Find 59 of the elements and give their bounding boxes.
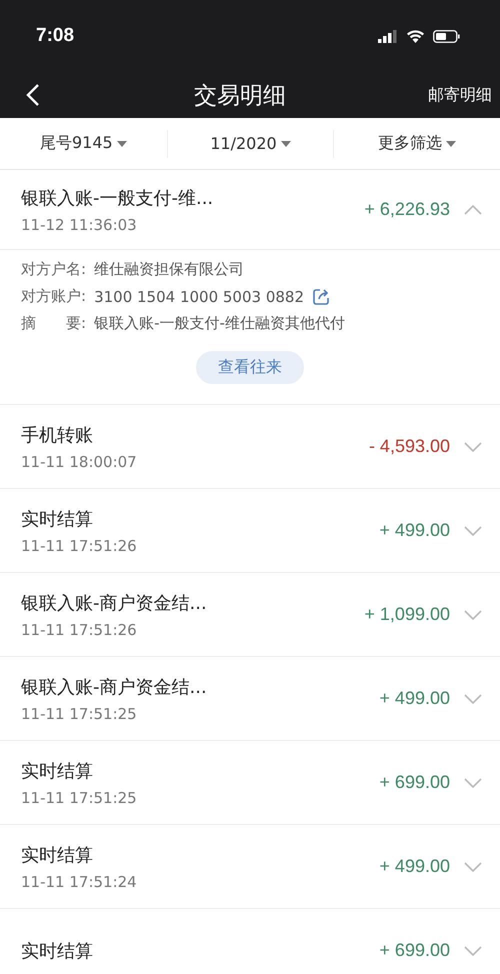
transaction-row[interactable]: 实时结算 + 699.00 (0, 909, 500, 974)
detail-value: 银联入账-一般支付-维仕融资其他代付 (94, 314, 345, 333)
chevron-down-icon[interactable] (464, 610, 482, 620)
chevron-down-icon[interactable] (464, 946, 482, 956)
transaction-time: 11-11 17:51:24 (21, 872, 138, 890)
transaction-title: 手机转账 (21, 424, 94, 446)
transaction-row[interactable]: 银联入账-商户资金结... 11-11 17:51:26 + 1,099.00 (0, 573, 500, 657)
transaction-row[interactable]: 银联入账-商户资金结... 11-11 17:51:25 + 499.00 (0, 657, 500, 741)
transaction-amount: + 1,099.00 (364, 604, 450, 625)
signal-icon (378, 30, 398, 42)
transaction-amount: + 499.00 (379, 856, 450, 877)
wifi-icon (406, 29, 425, 43)
detail-label: 对方账户: (21, 287, 86, 306)
status-time: 7:08 (36, 25, 74, 47)
mail-statement-link[interactable]: 邮寄明细 (400, 84, 500, 106)
chevron-down-icon[interactable] (464, 778, 482, 788)
detail-label: 对方户名: (21, 260, 86, 279)
view-history-button[interactable]: 查看往来 (196, 351, 304, 384)
caret-icon (280, 140, 291, 146)
transaction-title: 实时结算 (21, 760, 94, 782)
back-icon[interactable] (26, 83, 40, 107)
caret-icon (446, 140, 456, 146)
transaction-amount: + 499.00 (379, 520, 450, 541)
transaction-time: 11-11 17:51:26 (21, 536, 138, 554)
detail-label: 摘 要: (21, 314, 86, 333)
caret-icon (116, 140, 127, 146)
filter-dropdown[interactable]: 11/2020 (166, 130, 334, 158)
chevron-down-icon[interactable] (464, 526, 482, 536)
transaction-amount: + 499.00 (379, 688, 450, 709)
battery-icon (433, 30, 460, 42)
transaction-time: 11-11 18:00:07 (21, 452, 138, 470)
transaction-time: 11-12 11:36:03 (21, 216, 138, 234)
transaction-amount: + 699.00 (379, 772, 450, 793)
transaction-row[interactable]: 实时结算 11-11 17:51:24 + 499.00 (0, 825, 500, 909)
filter-dropdown[interactable]: 尾号9145 (0, 130, 167, 158)
transaction-row[interactable]: 实时结算 11-11 17:51:26 + 499.00 (0, 489, 500, 573)
transaction-time: 11-11 17:51:25 (21, 788, 138, 806)
page-title: 交易明细 (193, 82, 287, 110)
chevron-up-icon[interactable] (464, 204, 482, 214)
chevron-down-icon[interactable] (464, 862, 482, 872)
transaction-amount: + 699.00 (379, 940, 450, 961)
transaction-time: 11-11 17:51:25 (21, 704, 138, 722)
transaction-title: 实时结算 (21, 508, 94, 530)
transaction-title: 实时结算 (21, 940, 94, 962)
chevron-down-icon[interactable] (464, 694, 482, 704)
transaction-title: 银联入账-商户资金结... (21, 676, 208, 698)
transaction-row[interactable]: 实时结算 11-11 17:51:25 + 699.00 (0, 741, 500, 825)
chevron-down-icon[interactable] (464, 442, 482, 452)
detail-value: 3100 1504 1000 5003 0882 (94, 288, 304, 306)
transaction-title: 实时结算 (21, 844, 94, 866)
detail-value: 维仕融资担保有限公司 (94, 260, 244, 279)
transaction-amount: - 4,593.00 (368, 436, 450, 457)
filter-dropdown[interactable]: 更多筛选 (333, 130, 500, 158)
transaction-title: 银联入账-商户资金结... (21, 592, 208, 614)
transaction-amount: + 6,226.93 (364, 199, 450, 220)
transaction-title: 银联入账-一般支付-维... (21, 186, 214, 210)
transaction-row[interactable]: 手机转账 11-11 18:00:07 - 4,593.00 (0, 405, 500, 489)
share-icon[interactable] (312, 288, 330, 306)
transaction-time: 11-11 17:51:26 (21, 620, 138, 638)
